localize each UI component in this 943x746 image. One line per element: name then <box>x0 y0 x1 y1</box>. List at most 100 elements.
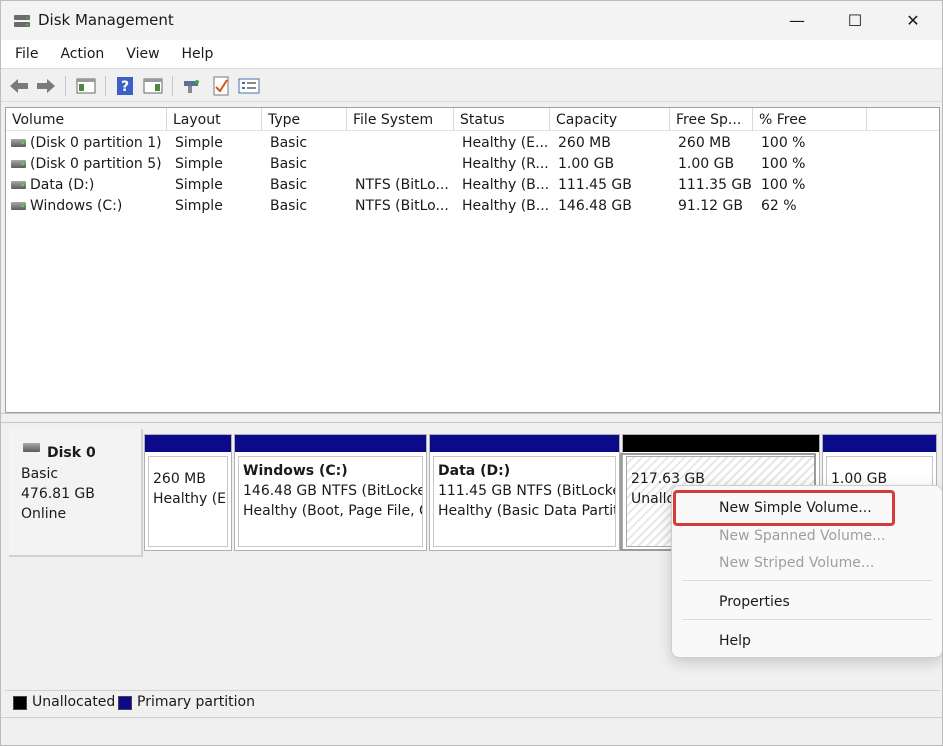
status-bar <box>1 717 942 745</box>
partition-data-d[interactable]: Data (D:) 111.45 GB NTFS (BitLocke Healt… <box>429 434 620 551</box>
partition-name: Windows (C:) <box>243 463 348 479</box>
rescan-disks-button[interactable] <box>181 75 203 97</box>
disk-management-app-icon <box>14 15 30 27</box>
column-header-file-system[interactable]: File System <box>347 108 454 131</box>
primary-partition-swatch <box>118 696 132 710</box>
svg-text:?: ? <box>121 79 129 95</box>
menu-bar: File Action View Help <box>1 40 942 68</box>
properties-list-button[interactable] <box>238 75 260 97</box>
disk-icon <box>23 443 40 452</box>
partition-status: Healthy (Boot, Page File, C <box>243 503 423 519</box>
column-header-percent-free[interactable]: % Free <box>753 108 867 131</box>
volume-free-space: 111.35 GB <box>678 177 752 193</box>
toolbar-separator <box>172 76 173 96</box>
legend: Unallocated Primary partition <box>5 690 940 715</box>
volume-percent-free: 100 % <box>761 135 806 151</box>
partition-info: Windows (C:) 146.48 GB NTFS (BitLocker H… <box>238 456 423 547</box>
menu-help-item[interactable]: Help <box>719 633 751 649</box>
volume-row[interactable]: (Disk 0 partition 1) Simple Basic Health… <box>6 133 939 154</box>
window-title: Disk Management <box>38 11 174 29</box>
volume-status: Healthy (E... <box>462 135 549 151</box>
volume-name: (Disk 0 partition 5) <box>30 156 162 172</box>
close-button[interactable]: ✕ <box>884 1 942 40</box>
volume-list-header: Volume Layout Type File System Status Ca… <box>6 108 939 131</box>
column-header-status[interactable]: Status <box>454 108 550 131</box>
volume-layout: Simple <box>175 135 223 151</box>
volume-row[interactable]: Data (D:) Simple Basic NTFS (BitLo... He… <box>6 175 939 196</box>
volume-status: Healthy (B... <box>462 198 550 214</box>
volume-status: Healthy (B... <box>462 177 550 193</box>
maximize-button[interactable]: ☐ <box>826 1 884 40</box>
help-icon: ? <box>117 77 133 95</box>
column-header-free-space[interactable]: Free Sp... <box>670 108 753 131</box>
disk-kind: Basic <box>21 466 59 482</box>
disk-state: Online <box>21 506 67 522</box>
menu-file[interactable]: File <box>7 40 46 68</box>
menu-new-spanned-volume[interactable]: New Spanned Volume... <box>719 528 885 544</box>
menu-action[interactable]: Action <box>52 40 112 68</box>
primary-partition-bar <box>430 435 619 452</box>
partition-info: 260 MB Healthy (EFI <box>148 456 228 547</box>
volume-name: Data (D:) <box>30 177 95 193</box>
partition-efi[interactable]: 260 MB Healthy (EFI <box>144 434 232 551</box>
volume-list: Volume Layout Type File System Status Ca… <box>5 107 940 413</box>
primary-partition-bar <box>145 435 231 452</box>
volume-layout: Simple <box>175 198 223 214</box>
title-bar: Disk Management — ☐ ✕ <box>1 1 942 40</box>
disk-size: 476.81 GB <box>21 486 95 502</box>
volume-file-system <box>349 154 454 175</box>
partition-size: 260 MB <box>153 471 206 487</box>
help-button[interactable]: ? <box>114 75 136 97</box>
menu-properties[interactable]: Properties <box>719 594 790 610</box>
column-header-type[interactable]: Type <box>262 108 347 131</box>
disk-name: Disk 0 <box>47 445 96 461</box>
volume-percent-free: 100 % <box>761 156 806 172</box>
context-menu: New Simple Volume... New Spanned Volume.… <box>671 485 942 658</box>
volume-status: Healthy (R... <box>462 156 549 172</box>
volume-type: Basic <box>270 135 308 151</box>
volume-row[interactable]: Windows (C:) Simple Basic NTFS (BitLo...… <box>6 196 939 217</box>
menu-new-simple-volume[interactable]: New Simple Volume... <box>719 500 872 516</box>
primary-partition-bar <box>235 435 426 452</box>
checklist-button[interactable] <box>210 75 232 97</box>
legend-primary-partition: Primary partition <box>137 694 255 710</box>
volume-free-space: 1.00 GB <box>678 156 735 172</box>
column-header-capacity[interactable]: Capacity <box>550 108 670 131</box>
partition-size: 146.48 GB NTFS (BitLocker <box>243 483 423 499</box>
volume-capacity: 146.48 GB <box>558 198 632 214</box>
volume-layout: Simple <box>175 156 223 172</box>
partition-windows-c[interactable]: Windows (C:) 146.48 GB NTFS (BitLocker H… <box>234 434 427 551</box>
toolbar-separator <box>65 76 66 96</box>
partition-size: 111.45 GB NTFS (BitLocke <box>438 483 616 499</box>
volume-row[interactable]: (Disk 0 partition 5) Simple Basic Health… <box>6 154 939 175</box>
volume-capacity: 111.45 GB <box>558 177 632 193</box>
volume-file-system: NTFS (BitLo... <box>355 198 449 214</box>
disk-management-window: Disk Management — ☐ ✕ File Action View H… <box>0 0 943 746</box>
partition-name: Data (D:) <box>438 463 511 479</box>
menu-view[interactable]: View <box>118 40 167 68</box>
volume-file-system: NTFS (BitLo... <box>355 177 449 193</box>
column-header-volume[interactable]: Volume <box>6 108 167 131</box>
menu-new-striped-volume[interactable]: New Striped Volume... <box>719 555 874 571</box>
volume-capacity: 260 MB <box>558 135 611 151</box>
volume-percent-free: 100 % <box>761 177 806 193</box>
volume-capacity: 1.00 GB <box>558 156 615 172</box>
pane-splitter[interactable] <box>1 413 942 423</box>
checklist-icon <box>213 76 229 96</box>
console-tree-button[interactable] <box>75 75 97 97</box>
show-hide-pane-button[interactable] <box>142 75 164 97</box>
back-button[interactable] <box>8 75 30 97</box>
unallocated-swatch <box>13 696 27 710</box>
toolbar-separator <box>105 76 106 96</box>
partition-status: Healthy (Basic Data Partiti <box>438 503 616 519</box>
minimize-button[interactable]: — <box>768 1 826 40</box>
rescan-disks-icon <box>184 80 199 93</box>
toolbar: ? <box>1 68 942 102</box>
volume-free-space: 260 MB <box>678 135 731 151</box>
menu-help[interactable]: Help <box>174 40 222 68</box>
partition-info: Data (D:) 111.45 GB NTFS (BitLocke Healt… <box>433 456 616 547</box>
column-header-layout[interactable]: Layout <box>167 108 262 131</box>
volume-type: Basic <box>270 177 308 193</box>
forward-button[interactable] <box>35 75 57 97</box>
disk-0-label[interactable]: Disk 0 Basic 476.81 GB Online <box>9 429 143 557</box>
